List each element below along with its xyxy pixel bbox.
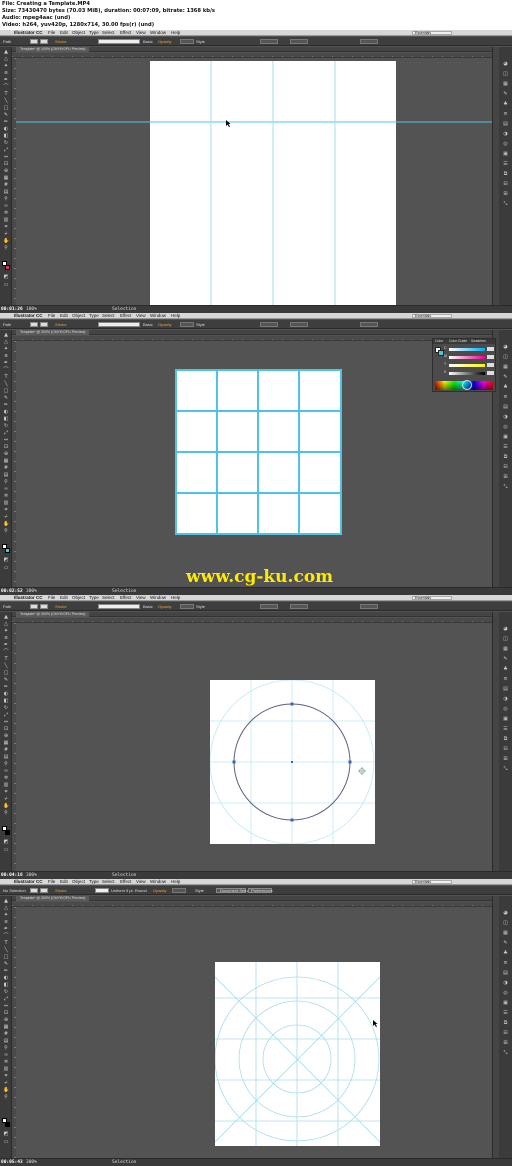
video-frame-4: Illustrator CC File Edit Object Type Sel… [0, 879, 512, 1166]
zoom-level[interactable]: 300% [26, 1160, 37, 1166]
video-frame-3: Illustrator CC File Edit Object Type Sel… [0, 595, 512, 879]
video-frame-1: Illustrator CC File Edit Object Type Sel… [0, 30, 512, 313]
tab-swatches[interactable]: Swatches [471, 339, 486, 344]
channel-c-label: C [444, 346, 447, 350]
file-info-line: Video: h264, yuv420p, 1280x714, 30.00 fp… [2, 22, 155, 28]
black-value-field[interactable] [487, 371, 494, 375]
color-panel-header: Color Color Guide Swatches [433, 339, 495, 344]
timestamp: 00:05:43 [1, 1160, 23, 1165]
mouse-cursor-icon [226, 120, 231, 127]
black-slider[interactable] [449, 372, 485, 375]
spectrum-picker-cursor [462, 380, 472, 390]
channel-m-label: M [444, 354, 447, 358]
file-info-line: Size: 73430470 bytes (70.03 MiB), durati… [2, 8, 215, 14]
status-bar: 00:01:26 100% Selection [0, 305, 512, 313]
anchor-point-top[interactable] [290, 702, 294, 706]
file-info-line: File: Creating a Template.MP4 [2, 1, 90, 7]
file-info-line: Audio: mpeg4aac (und) [2, 15, 71, 21]
anchor-point-bottom[interactable] [290, 818, 294, 822]
cyan-slider[interactable] [449, 348, 485, 351]
watermark: www.cg-ku.com [186, 567, 334, 587]
template-artwork [210, 680, 375, 844]
magenta-value-field[interactable] [487, 355, 494, 359]
anchor-point-right[interactable] [348, 760, 352, 764]
center-point [291, 761, 293, 763]
cyan-value-field[interactable] [487, 347, 494, 351]
status-bar: 00:02:52 300% Selection [0, 587, 512, 595]
guides-overlay [16, 61, 492, 305]
tab-color[interactable]: Color [435, 339, 443, 344]
template-artwork [215, 962, 380, 1146]
channel-k-label: K [444, 370, 447, 374]
magenta-slider[interactable] [449, 356, 485, 359]
yellow-slider[interactable] [449, 364, 485, 367]
yellow-value-field[interactable] [487, 363, 494, 367]
status-bar: 00:04:16 300% Selection [0, 871, 512, 879]
mouse-cursor-icon [373, 1020, 378, 1027]
color-panel: Color Color Guide Swatches C M Y K [432, 338, 496, 392]
channel-y-label: Y [444, 362, 447, 366]
anchor-point-left[interactable] [232, 760, 236, 764]
status-bar: 00:05:43 300% Selection [0, 1158, 512, 1166]
tab-color-guide[interactable]: Color Guide [449, 339, 467, 344]
file-info-header: File: Creating a Template.MP4 Size: 7343… [0, 0, 512, 30]
crosshair-cursor-icon [358, 767, 366, 775]
status-tool: Selection [112, 1160, 137, 1165]
video-frame-2: Illustrator CC File Edit Object Type Sel… [0, 313, 512, 595]
